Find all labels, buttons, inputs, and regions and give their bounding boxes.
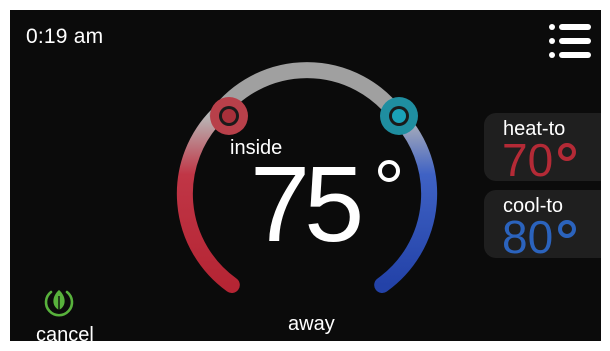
cool-degree-symbol [558, 220, 576, 238]
away-mode-label[interactable]: away [288, 313, 335, 336]
cancel-button[interactable]: cancel [36, 324, 94, 341]
heat-setpoint-handle[interactable] [210, 97, 248, 135]
thermostat-screen: 0:19 am inside 75 heat-to 70 cool-to 80 … [10, 10, 601, 341]
degree-symbol [378, 160, 400, 182]
cool-to-panel[interactable]: cool-to 80 [484, 190, 601, 263]
cool-arc [374, 106, 438, 293]
leaf-icon[interactable] [42, 284, 76, 318]
cool-setpoint-handle[interactable] [380, 97, 418, 135]
heat-to-panel[interactable]: heat-to 70 [484, 113, 601, 186]
heat-arc [176, 106, 240, 293]
heat-degree-symbol [558, 143, 576, 161]
current-temperature: 75 [250, 143, 364, 264]
heat-to-value: 70 [502, 134, 554, 186]
cool-to-value: 80 [502, 211, 554, 263]
